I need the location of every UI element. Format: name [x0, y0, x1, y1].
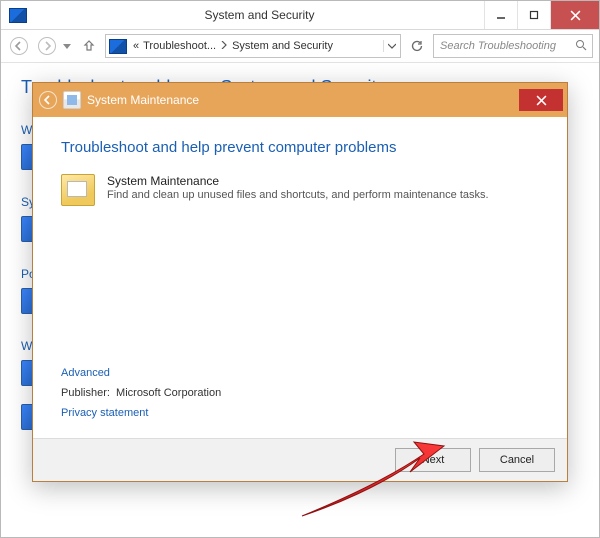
next-button[interactable]: Next	[395, 448, 471, 472]
wizard-titlebar: System Maintenance	[33, 83, 567, 117]
privacy-link[interactable]: Privacy statement	[61, 407, 221, 419]
wizard-heading: Troubleshoot and help prevent computer p…	[61, 139, 539, 156]
wizard-body: Troubleshoot and help prevent computer p…	[33, 117, 567, 206]
address-dropdown[interactable]	[383, 40, 400, 52]
address-bar[interactable]: « Troubleshoot... System and Security	[105, 34, 401, 58]
publisher-label: Publisher:	[61, 387, 110, 399]
caption-buttons	[484, 1, 599, 29]
item-description: Find and clean up unused files and short…	[107, 189, 489, 201]
maintenance-icon	[61, 174, 95, 206]
minimize-button[interactable]	[484, 1, 517, 29]
publisher-line: Publisher: Microsoft Corporation	[61, 387, 221, 399]
wizard-title: System Maintenance	[87, 93, 199, 107]
nav-history-dropdown[interactable]	[63, 39, 73, 53]
item-title: System Maintenance	[107, 174, 489, 188]
address-icon	[109, 39, 127, 54]
nav-back-button[interactable]	[7, 34, 31, 58]
nav-forward-button[interactable]	[35, 34, 59, 58]
search-icon	[570, 39, 592, 54]
window-title: System and Security	[35, 8, 484, 22]
search-box[interactable]: Search Troubleshooting	[433, 34, 593, 58]
advanced-link[interactable]: Advanced	[61, 367, 221, 379]
wizard-back-button[interactable]	[33, 83, 63, 117]
titlebar: System and Security	[1, 1, 599, 30]
cancel-button[interactable]: Cancel	[479, 448, 555, 472]
wizard-footer: Next Cancel	[33, 438, 567, 481]
wizard-links: Advanced Publisher: Microsoft Corporatio…	[61, 359, 221, 419]
nav-up-button[interactable]	[77, 34, 101, 58]
search-placeholder: Search Troubleshooting	[434, 40, 570, 52]
wizard-icon	[63, 91, 81, 109]
publisher-value: Microsoft Corporation	[116, 387, 221, 399]
breadcrumb-part-1[interactable]: Troubleshoot...	[141, 40, 218, 52]
maximize-button[interactable]	[517, 1, 550, 29]
refresh-button[interactable]	[405, 34, 429, 58]
toolbar: « Troubleshoot... System and Security Se…	[1, 30, 599, 63]
breadcrumb-part-2[interactable]: System and Security	[230, 40, 335, 52]
app-icon	[9, 8, 27, 23]
wizard-close-button[interactable]	[519, 89, 563, 111]
troubleshooter-item: System Maintenance Find and clean up unu…	[61, 174, 539, 206]
close-button[interactable]	[550, 1, 599, 29]
breadcrumb-root[interactable]: «	[131, 40, 141, 52]
troubleshooter-wizard: System Maintenance Troubleshoot and help…	[32, 82, 568, 482]
chevron-right-icon	[218, 40, 230, 52]
